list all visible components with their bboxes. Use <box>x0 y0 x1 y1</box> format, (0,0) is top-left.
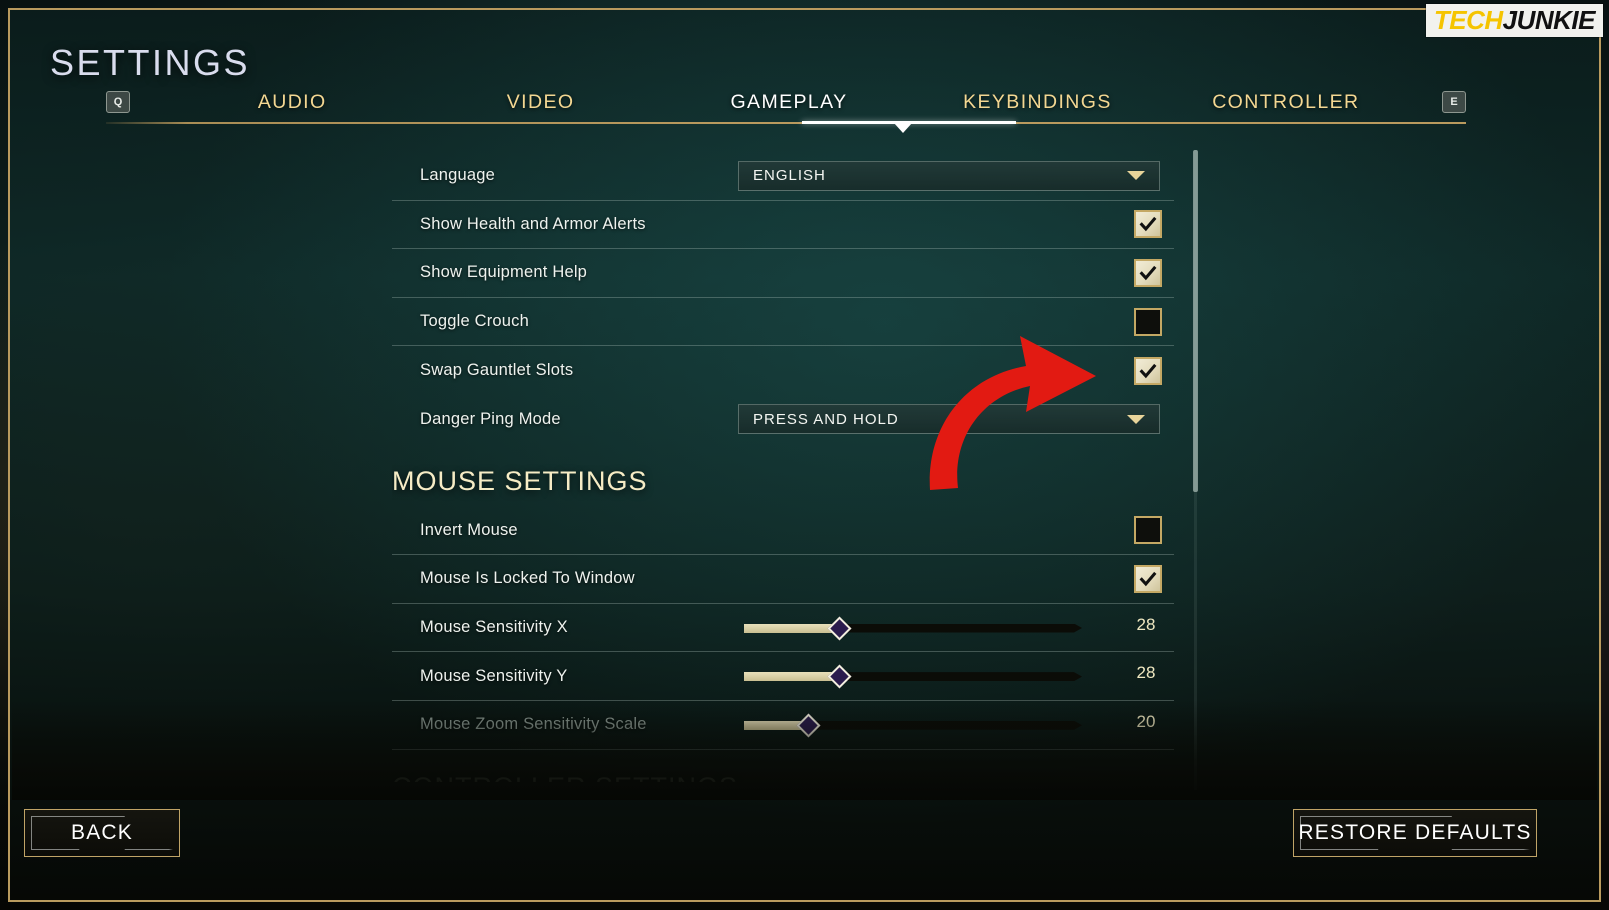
active-tab-caret-icon <box>893 123 912 133</box>
tabbar-underline <box>106 122 1466 124</box>
slider-handle[interactable] <box>827 616 852 641</box>
setting-row-sens-x[interactable]: Mouse Sensitivity X 28 <box>392 604 1174 653</box>
slider-zoom-scale[interactable]: 20 <box>744 712 1155 738</box>
settings-tabbar: Q AUDIO VIDEO GAMEPLAY KEYBINDINGS CONTR… <box>106 86 1467 133</box>
setting-label-health-alerts: Show Health and Armor Alerts <box>420 214 646 233</box>
setting-label-language: Language <box>420 166 496 185</box>
restore-defaults-button[interactable]: RESTORE DEFAULTS <box>1293 809 1537 857</box>
checkbox-invert-mouse[interactable] <box>1134 516 1162 545</box>
setting-label-sens-y: Mouse Sensitivity Y <box>420 666 568 685</box>
slider-handle[interactable] <box>827 664 852 689</box>
key-hint-e-icon[interactable]: E <box>1442 91 1467 113</box>
settings-list: Language ENGLISH Show Health and Armor A… <box>392 152 1174 782</box>
tab-video[interactable]: VIDEO <box>416 91 664 114</box>
setting-row-health-alerts[interactable]: Show Health and Armor Alerts <box>392 201 1174 250</box>
checkbox-health-alerts[interactable] <box>1134 210 1162 239</box>
checkmark-icon <box>1139 571 1157 587</box>
slider-fill <box>744 672 839 682</box>
tab-keybindings[interactable]: KEYBINDINGS <box>913 91 1161 114</box>
slider-sens-y[interactable]: 28 <box>744 663 1155 689</box>
setting-row-danger-ping[interactable]: Danger Ping Mode PRESS AND HOLD <box>392 395 1174 444</box>
watermark-tech: TECH <box>1433 5 1503 35</box>
key-hint-q-icon[interactable]: Q <box>106 91 130 113</box>
setting-label-danger-ping: Danger Ping Mode <box>420 409 561 428</box>
setting-label-swap-gauntlet: Swap Gauntlet Slots <box>420 361 574 380</box>
chevron-down-icon <box>1127 414 1145 424</box>
language-dropdown[interactable]: ENGLISH <box>738 160 1160 191</box>
section-heading-mouse: MOUSE SETTINGS <box>392 465 648 496</box>
setting-label-mouse-locked: Mouse Is Locked To Window <box>420 569 635 588</box>
slider-value-sens-x: 28 <box>1136 614 1156 634</box>
slider-handle[interactable] <box>796 713 821 738</box>
setting-row-language[interactable]: Language ENGLISH <box>392 152 1174 201</box>
setting-row-invert-mouse[interactable]: Invert Mouse <box>392 507 1174 556</box>
tab-audio[interactable]: AUDIO <box>168 91 416 114</box>
tab-gameplay[interactable]: GAMEPLAY <box>665 91 913 114</box>
slider-value-zoom-scale: 20 <box>1136 711 1156 731</box>
slider-fill <box>744 623 839 633</box>
slider-value-sens-y: 28 <box>1136 663 1156 683</box>
setting-row-zoom-scale[interactable]: Mouse Zoom Sensitivity Scale 20 <box>392 701 1174 750</box>
checkmark-icon <box>1139 217 1157 232</box>
checkmark-icon <box>1139 265 1157 281</box>
checkbox-swap-gauntlet[interactable] <box>1134 356 1162 385</box>
slider-sens-x[interactable]: 28 <box>744 615 1155 641</box>
setting-label-sens-x: Mouse Sensitivity X <box>420 618 568 637</box>
language-dropdown-value: ENGLISH <box>753 167 826 185</box>
checkmark-icon <box>1139 363 1157 378</box>
setting-label-invert-mouse: Invert Mouse <box>420 520 518 539</box>
setting-label-zoom-scale: Mouse Zoom Sensitivity Scale <box>420 715 647 734</box>
page-title: SETTINGS <box>50 42 251 83</box>
setting-label-equipment-help: Show Equipment Help <box>420 263 588 282</box>
section-heading-controller: CONTROLLER SETTINGS <box>392 750 1174 782</box>
setting-label-toggle-crouch: Toggle Crouch <box>420 312 529 331</box>
restore-defaults-button-label: RESTORE DEFAULTS <box>1298 821 1532 844</box>
setting-row-equipment-help[interactable]: Show Equipment Help <box>392 249 1174 298</box>
setting-row-swap-gauntlet[interactable]: Swap Gauntlet Slots <box>392 346 1174 395</box>
chevron-down-icon <box>1127 171 1145 181</box>
checkbox-toggle-crouch[interactable] <box>1134 307 1162 336</box>
watermark-junkie: JUNKIE <box>1502 5 1596 35</box>
setting-row-toggle-crouch[interactable]: Toggle Crouch <box>392 298 1174 347</box>
back-button-label: BACK <box>71 821 133 844</box>
setting-row-mouse-locked[interactable]: Mouse Is Locked To Window <box>392 555 1174 604</box>
scrollbar-thumb[interactable] <box>1193 150 1198 492</box>
danger-ping-dropdown-value: PRESS AND HOLD <box>753 410 899 428</box>
techjunkie-watermark: TECHJUNKIE <box>1425 4 1603 37</box>
back-button[interactable]: BACK <box>24 809 180 857</box>
tab-controller[interactable]: CONTROLLER <box>1162 91 1410 114</box>
setting-row-sens-y[interactable]: Mouse Sensitivity Y 28 <box>392 652 1174 701</box>
checkbox-equipment-help[interactable] <box>1134 258 1162 287</box>
danger-ping-dropdown[interactable]: PRESS AND HOLD <box>738 404 1160 435</box>
checkbox-mouse-locked[interactable] <box>1134 564 1162 593</box>
